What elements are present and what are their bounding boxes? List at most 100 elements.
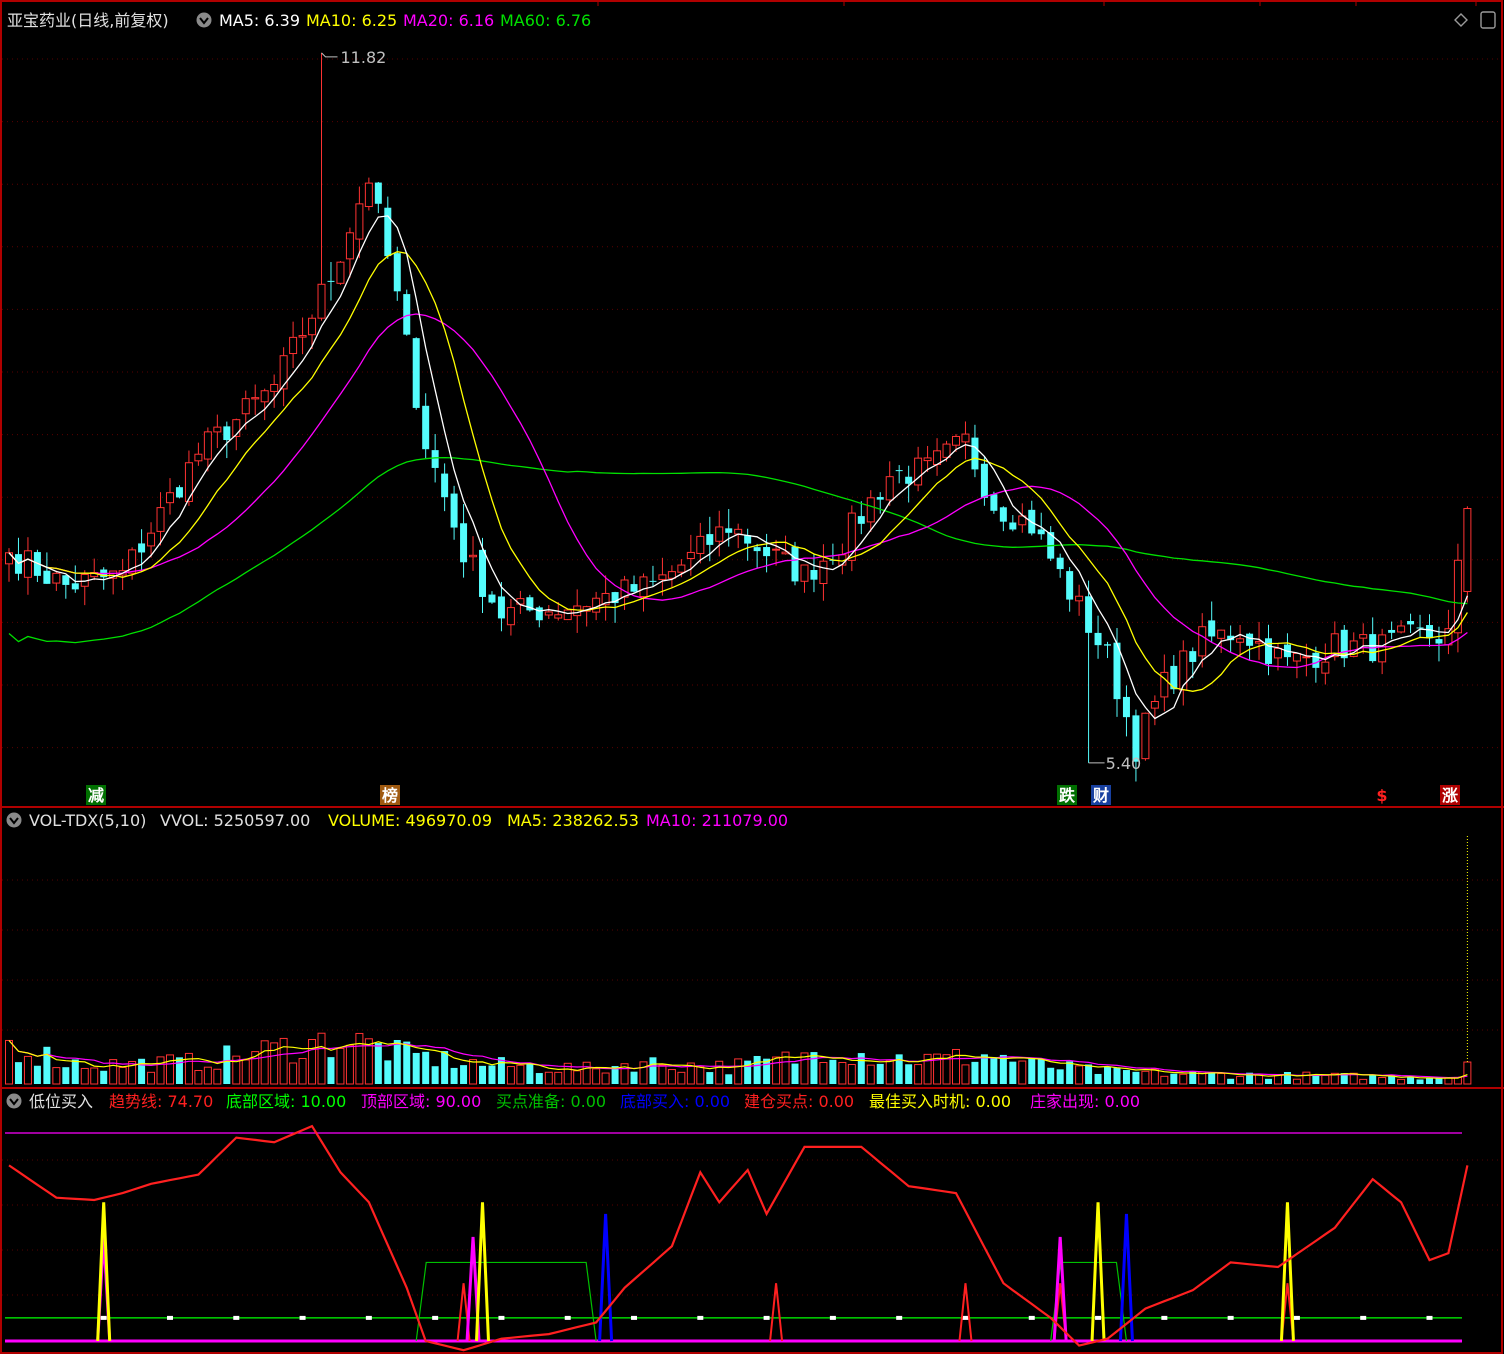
candle-body xyxy=(810,570,818,580)
volume-bar xyxy=(1416,1079,1424,1084)
volume-bar xyxy=(118,1066,127,1085)
candle-body xyxy=(914,457,923,486)
candle-body xyxy=(573,605,582,617)
candle-body xyxy=(819,560,828,585)
candle-body xyxy=(450,493,458,528)
candle-body xyxy=(734,528,743,535)
volume-ma10-label: MA10: 211079.00 xyxy=(646,811,788,830)
candle-body xyxy=(1179,650,1188,691)
candle-body xyxy=(403,294,411,335)
volume-bar xyxy=(734,1058,743,1085)
volume-bar xyxy=(279,1037,288,1085)
candle-body xyxy=(1122,696,1130,718)
volume-bar xyxy=(317,1032,326,1085)
candle-body xyxy=(686,551,695,559)
indicator-panel-dropdown-icon[interactable] xyxy=(6,1093,22,1109)
stock-chart[interactable]: 11.825.40 减榜跌财 $ 涨 亚宝药业(日线,前复权) MA5: 6.39 … xyxy=(0,0,1504,1354)
candle-body xyxy=(1265,638,1273,664)
volume-bar xyxy=(422,1051,430,1084)
volume-bar xyxy=(175,1057,183,1084)
dealer-label: 庄家出现: 0.00 xyxy=(1030,1092,1140,1111)
candle-body xyxy=(971,437,979,470)
ma5-label: MA5: 6.39 xyxy=(219,11,300,30)
volume-bar xyxy=(961,1064,970,1085)
volume-bar xyxy=(971,1061,979,1084)
volume-bar xyxy=(460,1065,468,1084)
volume-bar xyxy=(1321,1074,1330,1085)
bottom-zone-dot xyxy=(896,1315,903,1320)
candle-body xyxy=(23,550,32,578)
candle-body xyxy=(241,398,250,415)
volume-bar xyxy=(147,1071,156,1085)
candle-body xyxy=(1037,529,1045,535)
candle-body xyxy=(345,232,354,260)
candle-body xyxy=(1056,557,1064,570)
candle-body xyxy=(203,431,212,460)
candle-body xyxy=(725,528,733,533)
candle-body xyxy=(1321,661,1330,674)
event-tag-label: $ xyxy=(1376,786,1387,805)
volume-bar xyxy=(441,1051,449,1084)
candle-body xyxy=(270,383,279,392)
indicator-name[interactable]: 低位买入 xyxy=(29,1092,93,1111)
volume-bar xyxy=(990,1057,998,1084)
bottom-zone-dot xyxy=(1293,1315,1300,1320)
candle-body xyxy=(431,450,439,468)
low-price-label: 5.40 xyxy=(1106,754,1142,773)
event-tag[interactable]: 榜 xyxy=(380,785,400,805)
bottom-zone-dot xyxy=(233,1315,240,1320)
ma10-label: MA10: 6.25 xyxy=(306,11,397,30)
volume-bar xyxy=(1160,1075,1169,1085)
volume-ma5-label: MA5: 238262.53 xyxy=(507,811,639,830)
volume-bar xyxy=(403,1041,411,1084)
candle-body xyxy=(980,463,988,498)
top-zone-label: 顶部区域: 90.00 xyxy=(361,1092,481,1111)
volume-bar xyxy=(1283,1072,1291,1084)
candle-body xyxy=(658,574,667,580)
candle-body xyxy=(592,597,601,613)
volume-panel-dropdown-icon[interactable] xyxy=(6,812,22,828)
volume-bar xyxy=(1444,1077,1453,1085)
volume-bar xyxy=(544,1071,553,1085)
candle-body xyxy=(1302,656,1311,659)
candle-body xyxy=(630,584,638,592)
bottom-zone-dot xyxy=(631,1315,638,1320)
volume-indicator-name[interactable]: VOL-TDX(5,10) xyxy=(29,811,146,830)
volume-bar xyxy=(1397,1078,1406,1085)
volume-bar xyxy=(23,1055,32,1085)
event-tag[interactable]: 减 xyxy=(86,785,106,805)
candle-body xyxy=(563,609,572,621)
candle-body xyxy=(990,494,998,511)
bottom-zone-dot xyxy=(365,1315,372,1320)
volume-bar xyxy=(715,1060,724,1085)
event-tag[interactable]: 财 xyxy=(1091,785,1111,805)
candle-body xyxy=(469,554,478,558)
volume-bar xyxy=(592,1068,601,1085)
event-tag-label: 涨 xyxy=(1442,786,1458,805)
volume-bar xyxy=(1302,1071,1311,1085)
candle-body xyxy=(1416,627,1424,629)
volume-bar xyxy=(1359,1078,1368,1085)
volume-bar xyxy=(327,1057,335,1084)
event-tag[interactable]: $ xyxy=(1372,785,1392,805)
candle-body xyxy=(251,397,260,400)
stock-title[interactable]: 亚宝药业(日线,前复权) xyxy=(7,11,169,30)
volume-bar xyxy=(43,1046,51,1084)
volume-bar xyxy=(658,1064,667,1085)
event-tag[interactable]: 跌 xyxy=(1057,785,1077,805)
bottom-zone-dot xyxy=(1028,1315,1035,1320)
candle-body xyxy=(706,534,714,545)
volume-bar xyxy=(772,1056,781,1085)
volume-bar xyxy=(450,1067,458,1084)
candle-body xyxy=(923,457,932,462)
bottom-zone-dot xyxy=(498,1315,505,1320)
volume-bar xyxy=(431,1066,439,1084)
ma60-label: MA60: 6.76 xyxy=(500,11,591,30)
candle-body xyxy=(800,564,809,582)
candle-body xyxy=(649,580,657,582)
price-panel-dropdown-icon[interactable] xyxy=(196,12,212,28)
event-tag[interactable]: 涨 xyxy=(1440,785,1460,805)
volume-bar xyxy=(1037,1059,1045,1084)
volume-bar xyxy=(213,1068,222,1085)
volume-bar xyxy=(1047,1067,1055,1084)
